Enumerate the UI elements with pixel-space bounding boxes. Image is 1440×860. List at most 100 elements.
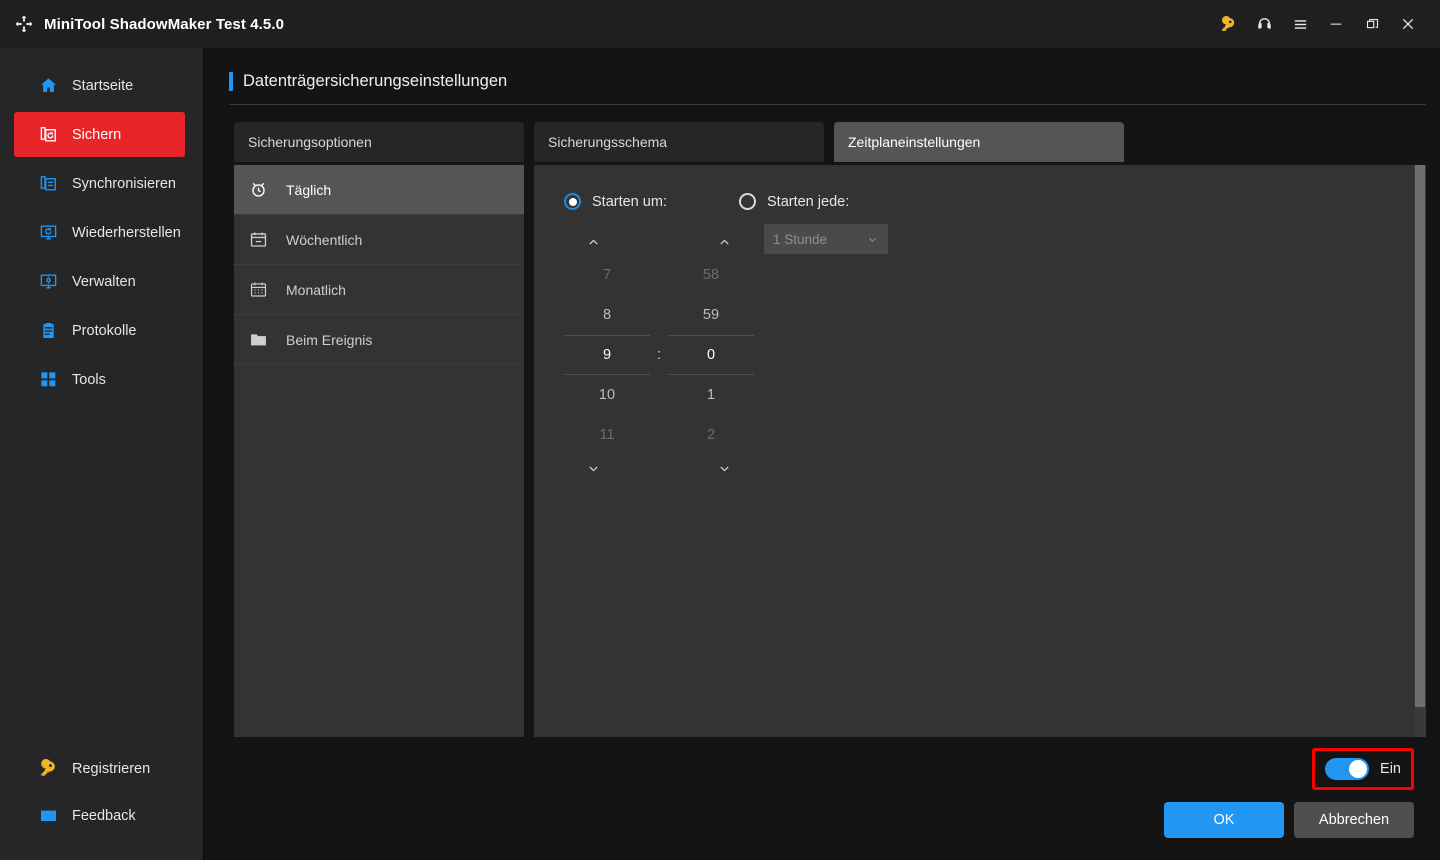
headphones-icon[interactable] <box>1246 2 1282 46</box>
sidebar-item-tools[interactable]: Tools <box>14 357 185 402</box>
page-header: Datenträgersicherungseinstellungen <box>205 48 1440 91</box>
page-title-row: Datenträgersicherungseinstellungen <box>229 72 1426 91</box>
interval-select-value: 1 Stunde <box>773 231 828 247</box>
minutes-column[interactable]: 58 59 0 1 2 <box>668 255 754 455</box>
start-at-label: Starten um: <box>592 193 667 210</box>
folder-icon <box>248 329 269 350</box>
close-icon[interactable] <box>1390 2 1426 46</box>
tab-sicherungsschema[interactable]: Sicherungsschema <box>534 122 824 162</box>
hour-cell-selected[interactable]: 9 <box>564 335 650 375</box>
sidebar-item-label: Protokolle <box>72 322 137 339</box>
start-every-option[interactable]: Starten jede: 1 Stunde <box>739 193 888 254</box>
start-every-label: Starten jede: <box>767 193 850 210</box>
schedule-item-monatlich[interactable]: Monatlich <box>234 265 524 315</box>
start-every-column: Starten jede: 1 Stunde <box>739 193 888 254</box>
tools-grid-icon <box>38 370 58 390</box>
hours-up-chevron-up-icon[interactable] <box>586 235 601 250</box>
tab-label: Zeitplaneinstellungen <box>848 134 981 150</box>
footer-bar: Ein OK Abbrechen <box>205 740 1440 860</box>
sidebar-item-registrieren[interactable]: Registrieren <box>14 746 185 791</box>
sidebar-item-label: Registrieren <box>72 760 151 777</box>
window-body: Startseite Sichern Synchronisieren Wiede… <box>0 48 1440 860</box>
sidebar-item-label: Wiederherstellen <box>72 224 181 241</box>
sync-icon <box>38 174 58 194</box>
manage-gear-monitor-icon <box>38 272 58 292</box>
backup-icon <box>38 125 58 145</box>
sidebar-item-label: Synchronisieren <box>72 175 176 192</box>
schedule-item-woechentlich[interactable]: Wöchentlich <box>234 215 524 265</box>
hour-cell[interactable]: 10 <box>564 375 650 415</box>
schedule-item-label: Täglich <box>286 181 332 198</box>
tab-zeitplaneinstellungen[interactable]: Zeitplaneinstellungen <box>834 122 1124 162</box>
tab-label: Sicherungsoptionen <box>248 134 372 150</box>
minutes-up-chevron-up-icon[interactable] <box>717 235 732 250</box>
title-bar: MiniTool ShadowMaker Test 4.5.0 <box>0 0 1440 48</box>
tab-sicherungsoptionen[interactable]: Sicherungsoptionen <box>234 122 524 162</box>
sidebar-item-label: Sichern <box>72 126 122 143</box>
tab-bar: Sicherungsoptionen Sicherungsschema Zeit… <box>205 105 1440 162</box>
minute-cell-selected[interactable]: 0 <box>668 335 754 375</box>
hour-cell[interactable]: 11 <box>564 415 650 455</box>
mail-icon <box>38 806 58 826</box>
sidebar-item-label: Tools <box>72 371 106 388</box>
start-at-radio-group[interactable]: Starten um: <box>564 193 667 210</box>
radio-start-at[interactable] <box>564 193 581 210</box>
sidebar-item-sichern[interactable]: Sichern <box>14 112 185 157</box>
start-every-radio-group[interactable]: Starten jede: <box>739 193 888 210</box>
start-at-option[interactable]: Starten um: <box>564 193 667 210</box>
sidebar-item-startseite[interactable]: Startseite <box>14 63 185 108</box>
sidebar: Startseite Sichern Synchronisieren Wiede… <box>0 48 205 860</box>
key-icon[interactable] <box>1210 2 1246 46</box>
radio-start-every[interactable] <box>739 193 756 210</box>
calendar-icon <box>248 229 269 250</box>
minute-cell[interactable]: 1 <box>668 375 754 415</box>
minimize-icon[interactable] <box>1318 2 1354 46</box>
vertical-scrollbar[interactable] <box>1414 165 1426 737</box>
minute-cell[interactable]: 58 <box>668 255 754 295</box>
ok-button[interactable]: OK <box>1164 802 1284 838</box>
sidebar-item-label: Verwalten <box>72 273 136 290</box>
title-bar-controls <box>1210 2 1426 46</box>
sidebar-item-wiederherstellen[interactable]: Wiederherstellen <box>14 210 185 255</box>
sidebar-item-synchronisieren[interactable]: Synchronisieren <box>14 161 185 206</box>
sidebar-item-feedback[interactable]: Feedback <box>14 793 185 838</box>
time-separator-column: x x : x x <box>650 255 668 455</box>
sidebar-item-protokolle[interactable]: Protokolle <box>14 308 185 353</box>
settings-panels: Täglich Wöchentlich Monatlich Beim Ereig… <box>205 162 1440 740</box>
sidebar-item-verwalten[interactable]: Verwalten <box>14 259 185 304</box>
schedule-item-label: Wöchentlich <box>286 231 363 248</box>
sidebar-bottom: Registrieren Feedback <box>0 744 203 860</box>
time-separator: : <box>656 347 662 363</box>
scrollbar-thumb[interactable] <box>1415 165 1425 707</box>
schedule-toggle[interactable] <box>1325 758 1370 780</box>
app-title: MiniTool ShadowMaker Test 4.5.0 <box>44 15 285 33</box>
tab-label: Sicherungsschema <box>548 134 668 150</box>
alarm-clock-icon <box>248 179 269 200</box>
time-picker: 7 8 9 10 11 x x : x <box>564 229 754 481</box>
shadowmaker-logo-icon <box>14 14 34 34</box>
schedule-item-beim-ereignis[interactable]: Beim Ereignis <box>234 315 524 365</box>
minute-cell[interactable]: 2 <box>668 415 754 455</box>
schedule-settings-panel: Starten um: Starten jede: 1 Stunde 7 8 9… <box>534 165 1426 737</box>
sidebar-item-label: Feedback <box>72 807 136 824</box>
main-content: Datenträgersicherungseinstellungen Siche… <box>205 48 1440 860</box>
toggle-label: Ein <box>1380 761 1401 777</box>
application-window: MiniTool ShadowMaker Test 4.5.0 Startsei… <box>0 0 1440 860</box>
cancel-button[interactable]: Abbrechen <box>1294 802 1414 838</box>
footer-buttons: OK Abbrechen <box>1164 802 1414 838</box>
page-title: Datenträgersicherungseinstellungen <box>243 72 508 90</box>
interval-select[interactable]: 1 Stunde <box>764 224 888 254</box>
restore-icon[interactable] <box>1354 2 1390 46</box>
chevron-down-icon <box>866 233 879 246</box>
hours-down-chevron-down-icon[interactable] <box>586 461 601 476</box>
hour-cell[interactable]: 8 <box>564 295 650 335</box>
minute-cell[interactable]: 59 <box>668 295 754 335</box>
schedule-type-list: Täglich Wöchentlich Monatlich Beim Ereig… <box>234 165 524 737</box>
hour-cell[interactable]: 7 <box>564 255 650 295</box>
minutes-down-chevron-down-icon[interactable] <box>717 461 732 476</box>
hours-column[interactable]: 7 8 9 10 11 <box>564 255 650 455</box>
schedule-item-taeglich[interactable]: Täglich <box>234 165 524 215</box>
hamburger-menu-icon[interactable] <box>1282 2 1318 46</box>
schedule-item-label: Beim Ereignis <box>286 331 373 348</box>
